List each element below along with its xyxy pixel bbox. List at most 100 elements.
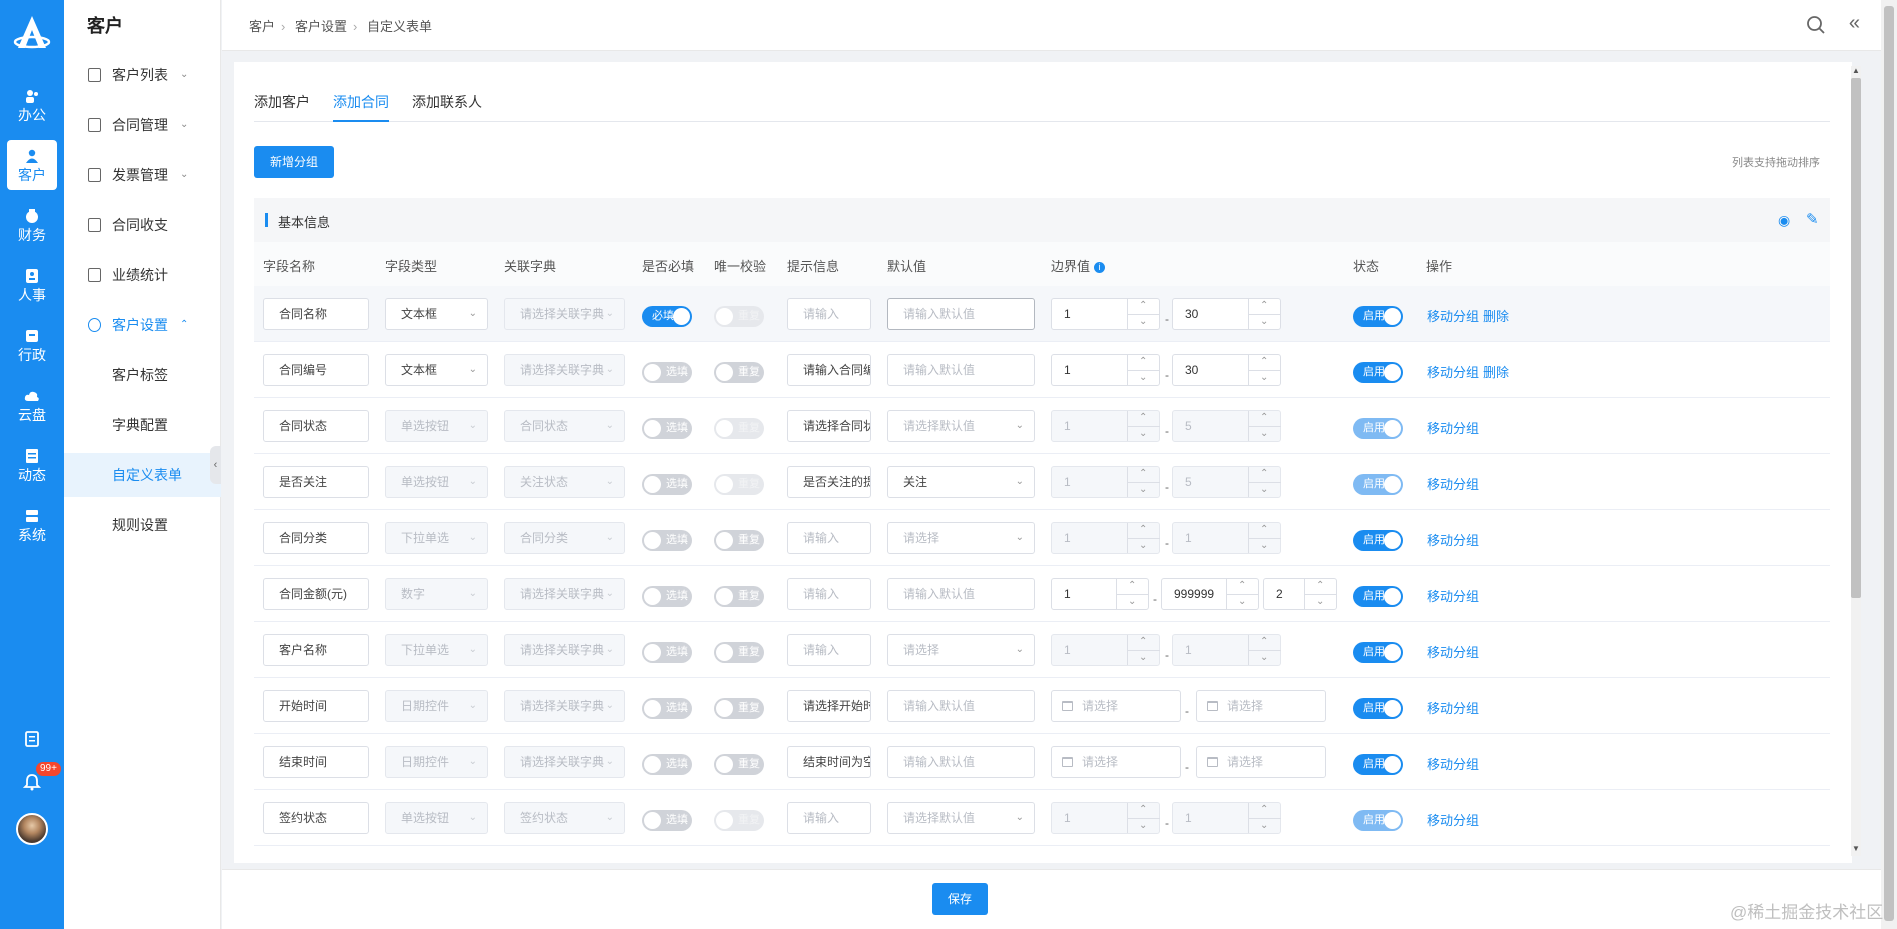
required-toggle[interactable]: 选填: [642, 474, 692, 495]
field-name-input[interactable]: 合同分类: [263, 522, 369, 554]
number-stepper[interactable]: [1248, 291, 1281, 337]
scrollbar-thumb[interactable]: [1851, 78, 1861, 598]
breadcrumb-item[interactable]: 客户设置: [295, 19, 347, 34]
save-button[interactable]: 保存: [932, 883, 988, 915]
default-value-input[interactable]: 请输入默认值: [887, 746, 1035, 778]
status-toggle[interactable]: 启用: [1353, 306, 1403, 327]
tab-add-contract[interactable]: 添加合同: [333, 92, 389, 122]
number-stepper[interactable]: [1127, 347, 1160, 393]
field-name-input[interactable]: 合同名称: [263, 298, 369, 330]
move-group-link[interactable]: 移动分组: [1427, 754, 1479, 773]
number-stepper[interactable]: [1116, 571, 1149, 617]
field-name-input[interactable]: 客户名称: [263, 634, 369, 666]
required-toggle[interactable]: 选填: [642, 754, 692, 775]
delete-link[interactable]: 删除: [1483, 362, 1509, 381]
tip-input[interactable]: 是否关注的提: [787, 466, 871, 498]
unique-toggle[interactable]: 重复: [714, 586, 764, 607]
rail-item-finance[interactable]: 财务: [7, 200, 57, 250]
date-start-picker[interactable]: 请选择: [1051, 690, 1181, 722]
move-group-link[interactable]: 移动分组: [1427, 698, 1479, 717]
default-value-select[interactable]: 请选择 ⌄: [887, 522, 1035, 554]
tip-input[interactable]: 请输入合同编: [787, 354, 871, 386]
collapse-double-chevron-icon[interactable]: «: [1849, 12, 1860, 35]
default-value-select[interactable]: 请选择 ⌄: [887, 634, 1035, 666]
field-type-select[interactable]: 文本框 ⌄: [385, 354, 488, 386]
scrollbar-thumb[interactable]: [1884, 6, 1894, 921]
rail-item-cloud[interactable]: 云盘: [7, 380, 57, 430]
field-name-input[interactable]: 是否关注: [263, 466, 369, 498]
sidebar-subitem-dictionary[interactable]: 字典配置: [64, 403, 221, 447]
status-toggle[interactable]: 启用: [1353, 754, 1403, 775]
status-toggle[interactable]: 启用: [1353, 642, 1403, 663]
default-value-input[interactable]: 请输入默认值: [887, 354, 1035, 386]
default-value-select[interactable]: 请选择默认值 ⌄: [887, 410, 1035, 442]
table-row[interactable]: 开始时间 日期控件 ⌄ 请选择关联字典 ⌄ 选填 重复 请选择开始时 请输入默认值 …: [254, 678, 1830, 734]
precision-number-input[interactable]: 2: [1263, 571, 1337, 617]
required-toggle[interactable]: 选填: [642, 362, 692, 383]
page-scrollbar[interactable]: [1881, 0, 1897, 929]
sidebar-item-contract-management[interactable]: 合同管理 ⌄: [64, 103, 221, 147]
unique-toggle[interactable]: 重复: [714, 530, 764, 551]
field-type-select[interactable]: 文本框 ⌄: [385, 298, 488, 330]
rail-item-feed[interactable]: 动态: [7, 440, 57, 490]
table-row[interactable]: 合同编号 文本框 ⌄ 请选择关联字典 ⌄ 选填 重复 请输入合同编 请输入默认值 1…: [254, 342, 1830, 398]
min-number-input[interactable]: 1: [1051, 347, 1160, 393]
bell-icon[interactable]: [23, 773, 41, 791]
rail-item-admin[interactable]: 行政: [7, 320, 57, 370]
status-toggle[interactable]: 启用: [1353, 362, 1403, 383]
number-stepper[interactable]: [1304, 571, 1337, 617]
move-group-link[interactable]: 移动分组: [1427, 586, 1479, 605]
tip-input[interactable]: 请输入: [787, 578, 871, 610]
move-group-link[interactable]: 移动分组: [1427, 362, 1479, 381]
tab-add-contact[interactable]: 添加联系人: [412, 92, 482, 122]
table-row[interactable]: 合同名称 文本框⌄ 请选择关联字典⌄ 必填 重复 请输入 请输入默认值 1 - …: [254, 286, 1830, 342]
tip-input[interactable]: 请输入: [787, 298, 871, 330]
scroll-up-arrow-icon[interactable]: ▲: [1851, 66, 1861, 75]
status-toggle[interactable]: 启用: [1353, 586, 1403, 607]
default-value-select[interactable]: 关注 ⌄: [887, 466, 1035, 498]
number-stepper[interactable]: [1248, 347, 1281, 393]
eye-icon[interactable]: ◉: [1778, 212, 1790, 229]
table-row[interactable]: 签约状态 单选按钮 ⌄ 签约状态 ⌄ 选填 重复 请输入 请选择默认值 ⌄ 1 - 1…: [254, 790, 1830, 846]
info-icon[interactable]: i: [1094, 262, 1106, 273]
rail-item-system[interactable]: 系统: [7, 500, 57, 550]
max-number-input[interactable]: 30: [1172, 347, 1281, 393]
sidebar-item-invoice-management[interactable]: 发票管理 ⌄: [64, 153, 221, 197]
sidebar-item-contract-payments[interactable]: 合同收支: [64, 203, 221, 247]
table-row[interactable]: 客户名称 下拉单选⌄ 请选择关联字典⌄ 选填 重复 请输入 请选择⌄ 1 - 1…: [254, 622, 1830, 678]
search-icon[interactable]: [1806, 15, 1826, 35]
required-toggle[interactable]: 选填: [642, 698, 692, 719]
rail-item-hr[interactable]: 人事: [7, 260, 57, 310]
sidebar-item-customer-list[interactable]: 客户列表 ⌄: [64, 53, 221, 97]
required-toggle[interactable]: 必填: [642, 306, 692, 327]
sidebar-item-performance-stats[interactable]: 业绩统计: [64, 253, 221, 297]
sidebar-subitem-custom-form[interactable]: 自定义表单: [64, 453, 221, 497]
date-end-picker[interactable]: 请选择: [1196, 746, 1326, 778]
scroll-down-arrow-icon[interactable]: ▼: [1851, 844, 1861, 853]
max-number-input[interactable]: 999999: [1161, 571, 1259, 617]
move-group-link[interactable]: 移动分组: [1427, 474, 1479, 493]
move-group-link[interactable]: 移动分组: [1427, 306, 1479, 325]
number-stepper[interactable]: [1127, 291, 1160, 337]
table-scrollbar[interactable]: ▲ ▼: [1851, 66, 1861, 856]
table-row[interactable]: 是否关注 单选按钮⌄ 关注状态⌄ 选填 重复 是否关注的提 关注⌄ 1 - 5 …: [254, 454, 1830, 510]
min-number-input[interactable]: 1: [1051, 291, 1160, 337]
tip-input[interactable]: 请输入: [787, 802, 871, 834]
unique-toggle[interactable]: 重复: [714, 362, 764, 383]
app-logo[interactable]: [12, 14, 52, 54]
unique-toggle[interactable]: 重复: [714, 698, 764, 719]
avatar[interactable]: [16, 813, 48, 845]
field-name-input[interactable]: 合同金额(元): [263, 578, 369, 610]
sidebar-item-customer-settings[interactable]: 客户设置 ⌃: [64, 303, 221, 347]
required-toggle[interactable]: 选填: [642, 810, 692, 831]
date-end-picker[interactable]: 请选择: [1196, 690, 1326, 722]
breadcrumb-item[interactable]: 客户: [249, 19, 275, 34]
table-row[interactable]: 合同金额(元) 数字 ⌄ 请选择关联字典 ⌄ 选填 重复 请输入 请输入默认值 1 …: [254, 566, 1830, 622]
rail-item-office[interactable]: 办公: [7, 80, 57, 130]
rail-item-customer[interactable]: 客户: [7, 140, 57, 190]
default-value-input[interactable]: 请输入默认值: [887, 578, 1035, 610]
move-group-link[interactable]: 移动分组: [1427, 642, 1479, 661]
move-group-link[interactable]: 移动分组: [1427, 418, 1479, 437]
required-toggle[interactable]: 选填: [642, 586, 692, 607]
tip-input[interactable]: 请选择开始时: [787, 690, 871, 722]
